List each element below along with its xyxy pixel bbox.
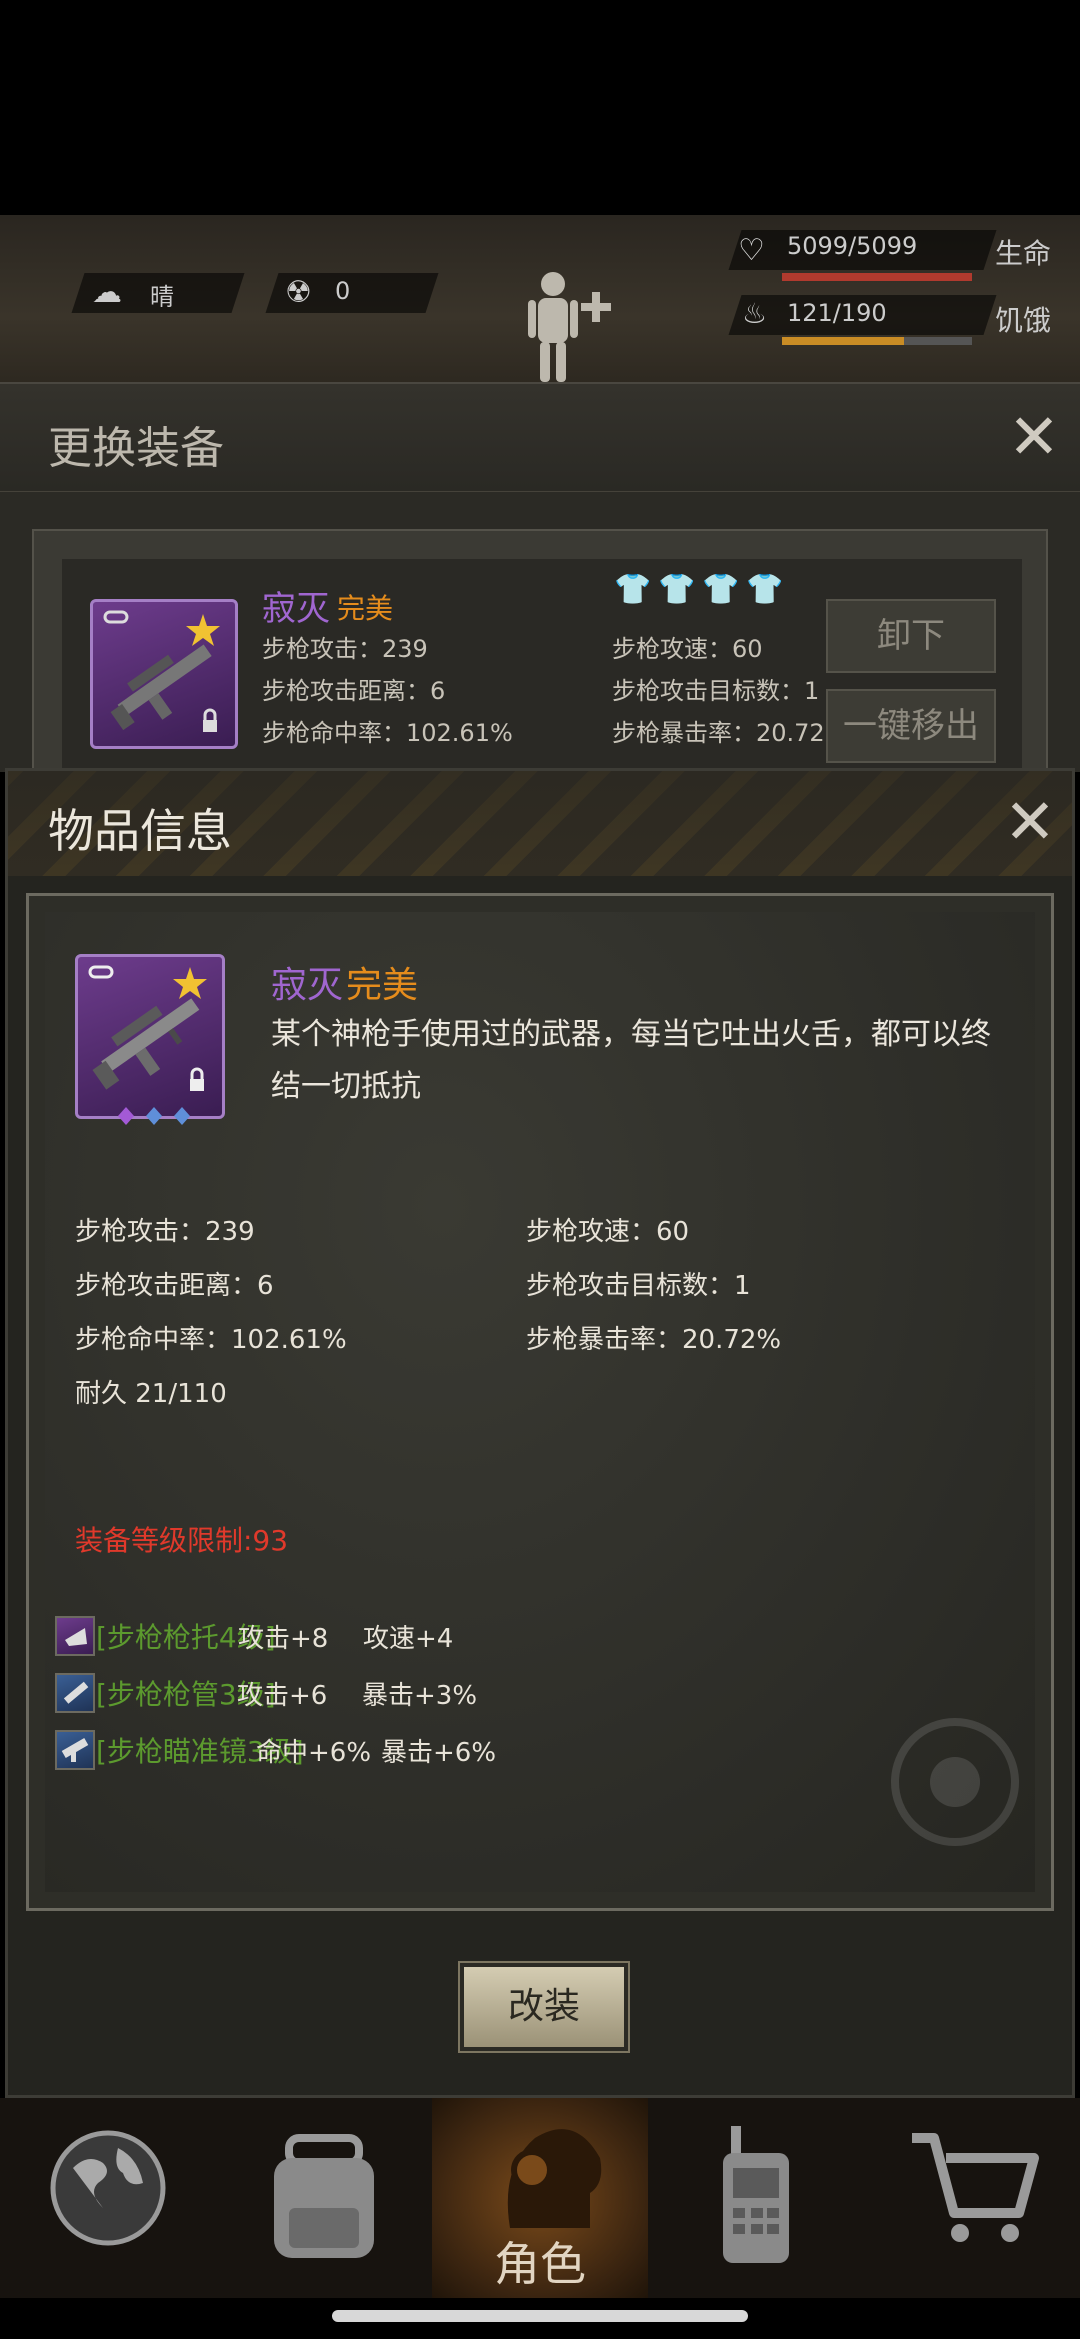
shirt-icon: 👕: [614, 572, 652, 607]
nav-role-label: 角色: [494, 2237, 586, 2291]
walkie-talkie-icon: [723, 2126, 789, 2263]
bottom-nav: 角色: [0, 2098, 1080, 2298]
stat-rifle-crit: 步枪暴击率：20.72%: [526, 1325, 782, 1355]
life-label: 生命: [995, 237, 1052, 270]
stat-rifle-range: 步枪攻击距离：6: [75, 1271, 274, 1301]
equip-level-limit: 装备等级限制:93: [75, 1524, 289, 1557]
equipped-stat-crit: 步枪暴击率：20.72%: [612, 719, 848, 747]
modify-button[interactable]: 改装: [458, 1961, 630, 2053]
backpack-icon: [274, 2134, 374, 2258]
nav-backpack[interactable]: [216, 2098, 432, 2298]
mod-barrel-bonus-1: 攻击+6: [237, 1681, 328, 1711]
item-info-description: 某个神枪手使用过的武器，每当它吐出火舌，都可以终结一切抵抗: [271, 1017, 991, 1104]
unequip-button[interactable]: 卸下: [826, 599, 996, 673]
equipped-stat-speed: 步枪攻速：60: [612, 635, 763, 663]
equipped-stat-range: 步枪攻击距离：6: [262, 677, 446, 705]
nav-role[interactable]: 角色: [432, 2098, 648, 2298]
nav-shop[interactable]: [864, 2098, 1080, 2298]
mod-stock-bonus-1: 攻击+8: [238, 1624, 329, 1654]
equipped-stat-targets: 步枪攻击目标数：1: [612, 677, 820, 705]
item-info-header: 物品信息 ✕: [8, 771, 1072, 876]
equipped-item-name: 寂灭: [262, 589, 330, 629]
equip-panel-title: 更换装备: [48, 423, 224, 474]
stat-durability: 耐久 21/110: [75, 1379, 227, 1409]
mod-barrel-bonus-2: 暴击+3%: [362, 1681, 478, 1711]
life-value: 5099/5099: [787, 232, 918, 260]
scope-mod-icon: [55, 1730, 95, 1770]
shirt-icon: 👕: [702, 572, 740, 607]
stat-rifle-speed: 步枪攻速：60: [526, 1217, 690, 1247]
mod-scope-bonus-2: 暴击+6%: [381, 1738, 497, 1768]
equip-close-icon[interactable]: ✕: [1008, 406, 1060, 468]
equipped-item-quality: 完美: [337, 592, 394, 625]
life-bar: [782, 273, 972, 281]
shirt-icon: 👕: [658, 572, 696, 607]
globe-icon: [50, 2130, 166, 2246]
cloud-sun-icon: ☁: [92, 275, 122, 310]
shopping-cart-icon: [912, 2133, 1039, 2242]
shirt-icon: 👕: [746, 572, 784, 607]
mod-scope-bonus-1: 命中+6%: [256, 1738, 372, 1768]
watermark-emblem-icon: [891, 1718, 1019, 1846]
item-info-panel: 物品信息 ✕ 寂灭 完美 某个神枪手使用过的武器，每当它吐出火舌，都可以终结一切…: [5, 768, 1075, 2098]
home-indicator[interactable]: [332, 2310, 748, 2322]
hunger-label: 饥饿: [995, 304, 1052, 337]
heart-icon: ♡: [738, 233, 765, 268]
body-heal-icon[interactable]: [520, 270, 630, 390]
equipped-item-card: 寂灭 完美 步枪攻击：239 步枪攻击距离：6 步枪命中率：102.61% 步枪…: [32, 529, 1048, 789]
equipped-stat-attack: 步枪攻击：239: [262, 635, 428, 663]
item-info-title: 物品信息: [48, 804, 232, 858]
mod-stock-bonus-2: 攻速+4: [363, 1624, 454, 1654]
stat-rifle-targets: 步枪攻击目标数：1: [526, 1271, 751, 1301]
weather-text: 晴: [150, 283, 174, 311]
stat-rifle-accuracy: 步枪命中率：102.61%: [75, 1325, 347, 1355]
item-info-name: 寂灭: [271, 965, 344, 1006]
hunger-bar: [782, 337, 972, 345]
item-info-close-icon[interactable]: ✕: [1004, 791, 1056, 853]
gem-slots-icon: [118, 1107, 190, 1125]
equip-header: 更换装备 ✕: [0, 384, 1080, 492]
equipped-stat-accuracy: 步枪命中率：102.61%: [262, 719, 513, 747]
barrel-mod-icon: [55, 1673, 95, 1713]
nav-radio[interactable]: [648, 2098, 864, 2298]
status-hud: ☁ 晴 ☢ 0 ♡ 5099/5099 生命 ♨ 121/190 饥饿: [0, 215, 1080, 385]
item-info-quality: 完美: [346, 965, 419, 1006]
stock-mod-icon: [55, 1616, 95, 1656]
hunger-value: 121/190: [787, 299, 887, 327]
radiation-icon: ☢: [285, 275, 312, 310]
equipped-item-icon[interactable]: [90, 599, 238, 749]
item-info-icon: [75, 954, 225, 1125]
stomach-icon: ♨: [742, 297, 768, 330]
head-gear-icon: [507, 2129, 602, 2228]
radiation-value: 0: [335, 277, 351, 305]
stat-rifle-attack: 步枪攻击：239: [75, 1217, 255, 1247]
move-out-button[interactable]: 一键移出: [826, 689, 996, 763]
nav-world[interactable]: [0, 2098, 216, 2298]
change-equipment-panel: 更换装备 ✕ 寂灭 完美 步枪攻击：239 步枪攻击距离：6 步枪命中率：102…: [0, 382, 1080, 789]
